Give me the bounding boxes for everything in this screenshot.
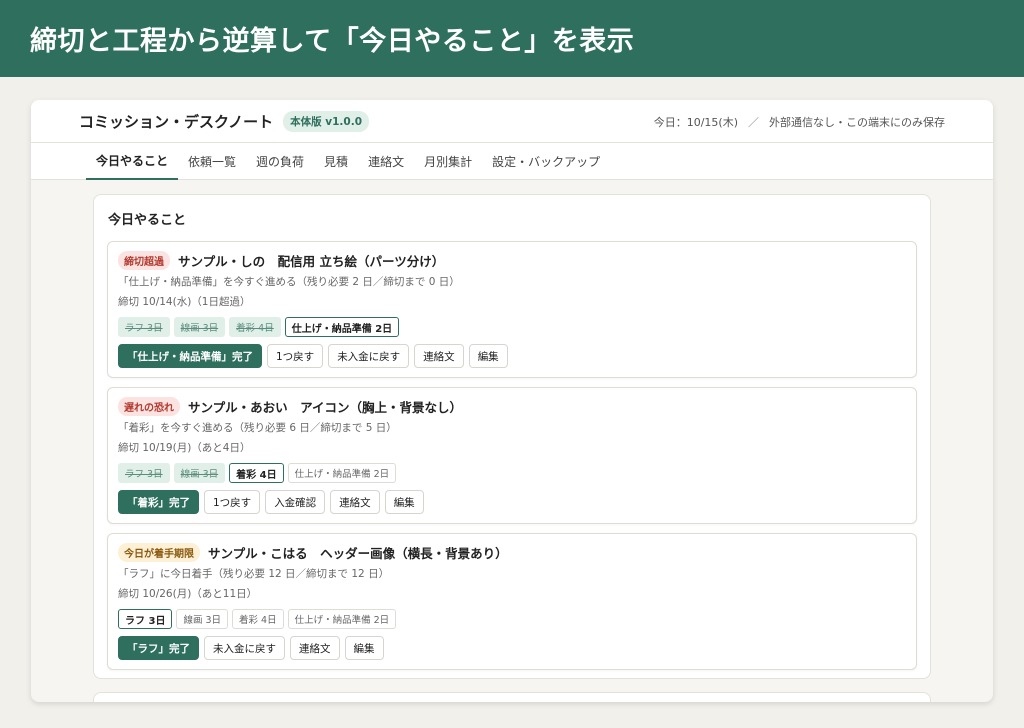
version-badge: 本体版 v1.0.0 <box>283 110 370 132</box>
step-chip: 線画 3日 <box>176 609 229 629</box>
today-panel: 今日やること 締切超過 サンプル・しの 配信用 立ち絵（パーツ分け） 「仕上げ・… <box>93 194 931 679</box>
card-title: サンプル・しの 配信用 立ち絵（パーツ分け） <box>178 253 445 269</box>
deadline-text: 締切 10/26(月)（あと11日） <box>118 588 258 600</box>
complete-step-button[interactable]: 「仕上げ・納品準備」完了 <box>118 344 262 368</box>
deadline-text: 締切 10/14(水)（1日超過） <box>118 296 251 308</box>
tab-today[interactable]: 今日やること <box>86 143 179 180</box>
page-banner: 締切と工程から逆算して「今日やること」を表示 <box>0 0 1024 77</box>
app-title: コミッション・デスクノート <box>79 112 274 131</box>
step-chip: 線画 3日 <box>173 463 226 483</box>
task-card: 今日が着手期限 サンプル・こはる ヘッダー画像（横長・背景あり） 「ラフ」に今日… <box>107 533 917 670</box>
step-chip: 着彩 4日 <box>229 317 281 337</box>
next-action-text: 「着彩」を今すぐ進める（残り必要 6 日／締切まで 5 日） <box>118 422 397 434</box>
status-badge: 遅れの恐れ <box>118 396 180 416</box>
tab-requests[interactable]: 依頼一覧 <box>178 143 246 180</box>
step-chip: ラフ 3日 <box>118 463 170 483</box>
confirm-payment-button[interactable]: 入金確認 <box>265 490 326 514</box>
tab-estimate[interactable]: 見積 <box>314 143 358 180</box>
step-chip: 仕上げ・納品準備 2日 <box>287 463 397 483</box>
app-header: コミッション・デスクノート 本体版 v1.0.0 今日：10/15(木) ／ 外… <box>31 100 993 143</box>
next-panel <box>93 692 931 702</box>
app-window: コミッション・デスクノート 本体版 v1.0.0 今日：10/15(木) ／ 外… <box>31 100 993 702</box>
today-date: 今日：10/15(木) <box>653 115 738 129</box>
step-list: ラフ 3日 線画 3日 着彩 4日 仕上げ・納品準備 2日 <box>118 463 906 483</box>
card-actions: 「着彩」完了 1つ戻す 入金確認 連絡文 編集 <box>118 490 906 514</box>
step-chip: 線画 3日 <box>173 317 226 337</box>
panel-title: 今日やること <box>108 213 187 228</box>
banner-title: 締切と工程から逆算して「今日やること」を表示 <box>30 26 635 57</box>
card-title: サンプル・こはる ヘッダー画像（横長・背景あり） <box>208 545 508 561</box>
message-button[interactable]: 連絡文 <box>330 490 380 514</box>
step-back-button[interactable]: 1つ戻す <box>267 344 324 368</box>
status-badge: 締切超過 <box>118 250 170 270</box>
edit-button[interactable]: 編集 <box>384 490 424 514</box>
message-button[interactable]: 連絡文 <box>290 636 340 660</box>
mark-unpaid-button[interactable]: 未入金に戻す <box>204 636 285 660</box>
card-actions: 「仕上げ・納品準備」完了 1つ戻す 未入金に戻す 連絡文 編集 <box>118 344 906 368</box>
deadline-text: 締切 10/19(月)（あと4日） <box>118 442 251 454</box>
step-chip: 仕上げ・納品準備 2日 <box>287 609 397 629</box>
tab-monthly[interactable]: 月別集計 <box>414 143 482 180</box>
card-title: サンプル・あおい アイコン（胸上・背景なし） <box>188 399 463 415</box>
status-badge: 今日が着手期限 <box>118 542 200 562</box>
task-card: 締切超過 サンプル・しの 配信用 立ち絵（パーツ分け） 「仕上げ・納品準備」を今… <box>107 241 917 378</box>
card-actions: 「ラフ」完了 未入金に戻す 連絡文 編集 <box>118 636 906 660</box>
next-action-text: 「ラフ」に今日着手（残り必要 12 日／締切まで 12 日） <box>118 568 390 580</box>
step-back-button[interactable]: 1つ戻す <box>204 490 261 514</box>
step-chip: 着彩 4日 <box>232 609 284 629</box>
tab-bar: 今日やること 依頼一覧 週の負荷 見積 連絡文 月別集計 設定・バックアップ <box>31 143 993 180</box>
step-chip-current: ラフ 3日 <box>118 609 173 629</box>
tab-settings-backup[interactable]: 設定・バックアップ <box>482 143 610 180</box>
step-list: ラフ 3日 線画 3日 着彩 4日 仕上げ・納品準備 2日 <box>118 609 906 629</box>
step-chip-current: 仕上げ・納品準備 2日 <box>284 317 400 337</box>
step-chip: ラフ 3日 <box>118 317 170 337</box>
header-meta: 今日：10/15(木) ／ 外部通信なし・この端末にのみ保存 <box>654 100 945 143</box>
next-action-text: 「仕上げ・納品準備」を今すぐ進める（残り必要 2 日／締切まで 0 日） <box>118 276 460 288</box>
complete-step-button[interactable]: 「ラフ」完了 <box>118 636 199 660</box>
meta-separator: ／ <box>748 115 759 129</box>
complete-step-button[interactable]: 「着彩」完了 <box>118 490 199 514</box>
step-chip-current: 着彩 4日 <box>229 463 284 483</box>
edit-button[interactable]: 編集 <box>344 636 384 660</box>
mark-unpaid-button[interactable]: 未入金に戻す <box>328 344 410 368</box>
storage-note: 外部通信なし・この端末にのみ保存 <box>769 115 945 129</box>
edit-button[interactable]: 編集 <box>468 344 508 368</box>
tab-weekly-load[interactable]: 週の負荷 <box>246 143 314 180</box>
step-list: ラフ 3日 線画 3日 着彩 4日 仕上げ・納品準備 2日 <box>118 317 906 337</box>
message-button[interactable]: 連絡文 <box>414 344 464 368</box>
tab-messages[interactable]: 連絡文 <box>358 143 414 180</box>
task-card: 遅れの恐れ サンプル・あおい アイコン（胸上・背景なし） 「着彩」を今すぐ進める… <box>107 387 917 524</box>
